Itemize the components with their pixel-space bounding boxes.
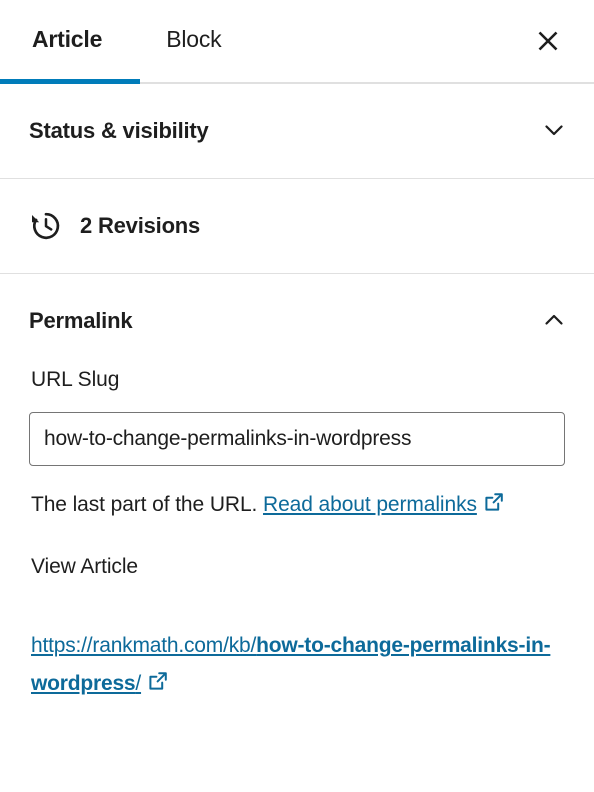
tab-article[interactable]: Article	[0, 0, 134, 83]
tab-block[interactable]: Block	[134, 0, 253, 83]
sidebar-tab-bar: Article Block	[0, 0, 594, 84]
chevron-down-icon	[540, 116, 568, 147]
view-article-label: View Article	[31, 555, 138, 579]
chevron-up-icon	[540, 306, 568, 337]
read-about-permalinks-link[interactable]: Read about permalinks	[263, 493, 477, 516]
panel-title-status-visibility: Status & visibility	[29, 118, 209, 143]
revisions-label: 2 Revisions	[80, 213, 201, 238]
revisions-button[interactable]: 2 Revisions	[0, 179, 594, 273]
panel-header-permalink[interactable]: Permalink	[0, 274, 594, 368]
panel-header-status-visibility[interactable]: Status & visibility	[0, 84, 594, 178]
editor-sidebar: Article Block Status & visibility 2 Revi…	[0, 0, 594, 792]
panel-title-permalink: Permalink	[29, 308, 133, 333]
external-link-icon[interactable]	[483, 488, 505, 525]
view-url-tail[interactable]: /	[135, 672, 141, 695]
url-slug-label: URL Slug	[31, 368, 120, 391]
external-link-icon[interactable]	[147, 667, 169, 704]
url-slug-input[interactable]	[29, 412, 565, 466]
close-icon	[535, 28, 561, 54]
tab-article-label: Article	[32, 25, 103, 52]
help-text-prefix: The last part of the URL.	[31, 493, 264, 516]
backup-clock-icon	[29, 209, 63, 243]
permalink-panel-body: URL Slug The last part of the URL. Read …	[0, 368, 594, 704]
tab-block-label: Block	[166, 25, 222, 52]
permalink-help-text: The last part of the URL. Read about per…	[31, 486, 561, 525]
view-article-url[interactable]: https://rankmath.com/kb/how-to-change-pe…	[31, 627, 561, 704]
close-sidebar-button[interactable]	[524, 17, 572, 65]
view-url-base[interactable]: https://rankmath.com/kb/	[31, 634, 256, 657]
